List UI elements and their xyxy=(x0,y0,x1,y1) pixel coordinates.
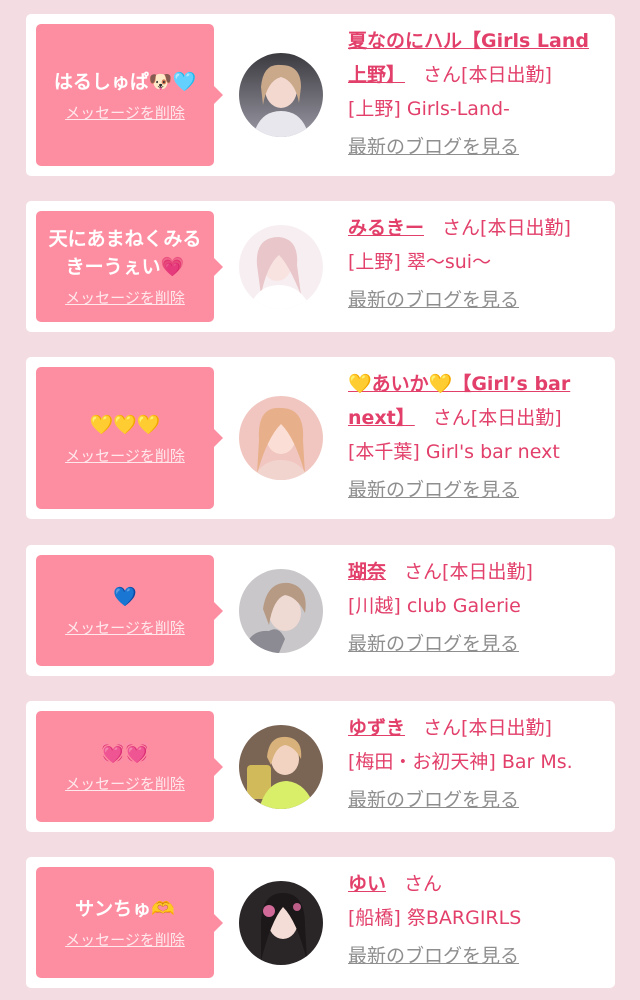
message-bubble: 天にあまねくみるきーうぇい💗 メッセージを削除 xyxy=(36,211,223,322)
honorific: さん xyxy=(442,217,481,239)
shop-name: [川越] club Galerie xyxy=(348,595,521,617)
honorific: さん xyxy=(404,873,443,895)
list-item: サンちゅ🫶 メッセージを削除 ゆい さん [船橋] 祭BARGIRLS 最新のブロ… xyxy=(26,857,615,988)
message-text: サンちゅ🫶 xyxy=(75,898,175,920)
list-item: 💛💛💛 メッセージを削除 💛あいか💛【Girl’s bar next】 さん[本日… xyxy=(26,357,615,519)
profile-name-link[interactable]: みるきー xyxy=(348,217,424,239)
latest-blog-link[interactable]: 最新のブログを見る xyxy=(348,627,519,661)
honorific: さん xyxy=(423,64,462,86)
profile-info: 💛あいか💛【Girl’s bar next】 さん[本日出勤] [本千葉] Gir… xyxy=(348,367,607,507)
avatar[interactable] xyxy=(239,396,323,480)
message-bubble: 💓💓 メッセージを削除 xyxy=(36,711,223,822)
profile-info: みるきー さん[本日出勤] [上野] 翠〜sui〜 最新のブログを見る xyxy=(348,211,607,317)
status-badge: [本日出勤] xyxy=(442,561,533,583)
message-bubble: 💛💛💛 メッセージを削除 xyxy=(36,367,223,509)
latest-blog-link[interactable]: 最新のブログを見る xyxy=(348,473,519,507)
message-text: はるしゅぱ🐶🩵 xyxy=(53,70,197,93)
list-item: 💙 メッセージを削除 瑚奈 さん[本日出勤] [川越] club Galerie … xyxy=(26,545,615,676)
status-badge: [本日出勤] xyxy=(461,64,552,86)
favorites-list: はるしゅぱ🐶🩵 メッセージを削除 夏なのにハル【Girls Land上野】 さん[… xyxy=(0,0,640,1000)
avatar[interactable] xyxy=(239,569,323,653)
status-badge: [本日出勤] xyxy=(470,407,562,429)
shop-name: [梅田・お初天神] Bar Ms. xyxy=(348,751,573,773)
avatar-photo-icon xyxy=(239,396,323,480)
avatar-photo-icon xyxy=(239,569,323,653)
honorific: さん xyxy=(432,407,471,429)
avatar-photo-icon xyxy=(239,53,323,137)
avatar[interactable] xyxy=(239,725,323,809)
latest-blog-link[interactable]: 最新のブログを見る xyxy=(348,283,519,317)
profile-info: ゆずき さん[本日出勤] [梅田・お初天神] Bar Ms. 最新のブログを見る xyxy=(348,711,607,817)
message-text: 💓💓 xyxy=(101,742,149,764)
profile-name-link[interactable]: 瑚奈 xyxy=(348,561,386,583)
delete-message-link[interactable]: メッセージを削除 xyxy=(65,287,185,308)
latest-blog-link[interactable]: 最新のブログを見る xyxy=(348,939,519,973)
latest-blog-link[interactable]: 最新のブログを見る xyxy=(348,783,519,817)
delete-message-link[interactable]: メッセージを削除 xyxy=(65,773,185,794)
profile-name-link[interactable]: ゆい xyxy=(348,873,386,895)
shop-name: [上野] Girls-Land- xyxy=(348,98,510,120)
avatar-photo-icon xyxy=(239,225,323,309)
latest-blog-link[interactable]: 最新のブログを見る xyxy=(348,130,519,164)
profile-info: 瑚奈 さん[本日出勤] [川越] club Galerie 最新のブログを見る xyxy=(348,555,607,661)
list-item: はるしゅぱ🐶🩵 メッセージを削除 夏なのにハル【Girls Land上野】 さん[… xyxy=(26,14,615,176)
avatar-photo-icon xyxy=(239,725,323,809)
profile-info: ゆい さん [船橋] 祭BARGIRLS 最新のブログを見る xyxy=(348,867,607,973)
honorific: さん xyxy=(404,561,443,583)
honorific: さん xyxy=(423,717,462,739)
message-text: 💙 xyxy=(113,586,137,608)
shop-name: [上野] 翠〜sui〜 xyxy=(348,251,492,273)
message-text: 💛💛💛 xyxy=(89,413,161,436)
delete-message-link[interactable]: メッセージを削除 xyxy=(65,617,185,638)
avatar[interactable] xyxy=(239,53,323,137)
avatar[interactable] xyxy=(239,881,323,965)
profile-info: 夏なのにハル【Girls Land上野】 さん[本日出勤] [上野] Girls-… xyxy=(348,24,607,164)
avatar-photo-icon xyxy=(239,881,323,965)
message-bubble: はるしゅぱ🐶🩵 メッセージを削除 xyxy=(36,24,223,166)
status-badge: [本日出勤] xyxy=(461,717,552,739)
list-item: 💓💓 メッセージを削除 ゆずき さん[本日出勤] [梅田・お初天神] Bar Ms… xyxy=(26,701,615,832)
shop-name: [本千葉] Girl's bar next xyxy=(348,441,560,463)
delete-message-link[interactable]: メッセージを削除 xyxy=(65,929,185,950)
delete-message-link[interactable]: メッセージを削除 xyxy=(65,445,185,466)
message-text: 天にあまねくみるきーうぇい💗 xyxy=(48,228,202,278)
avatar[interactable] xyxy=(239,225,323,309)
list-item: 天にあまねくみるきーうぇい💗 メッセージを削除 みるきー さん[本日出勤] [上野… xyxy=(26,201,615,332)
status-badge: [本日出勤] xyxy=(480,217,571,239)
message-bubble: 💙 メッセージを削除 xyxy=(36,555,223,666)
delete-message-link[interactable]: メッセージを削除 xyxy=(65,102,185,123)
message-bubble: サンちゅ🫶 メッセージを削除 xyxy=(36,867,223,978)
profile-name-link[interactable]: ゆずき xyxy=(348,717,405,739)
shop-name: [船橋] 祭BARGIRLS xyxy=(348,907,522,929)
